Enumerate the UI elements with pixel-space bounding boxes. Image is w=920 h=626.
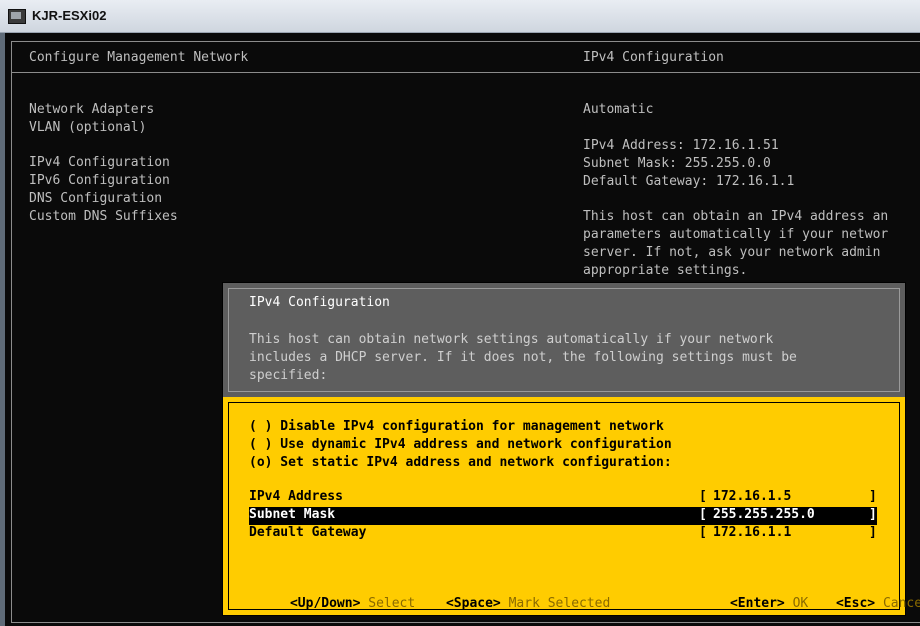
menu-item-custom-dns-suffixes[interactable]: Custom DNS Suffixes	[29, 208, 178, 226]
menu-item-ipv6-configuration[interactable]: IPv6 Configuration	[29, 172, 170, 190]
menu-item-vlan[interactable]: VLAN (optional)	[29, 119, 146, 137]
ipv4-mode: Automatic	[583, 102, 654, 117]
dialog-body: ( ) Disable IPv4 configuration for manag…	[223, 397, 920, 615]
space-key: <Space>	[445, 596, 501, 611]
field-label: IPv4 Address	[249, 489, 343, 504]
updown-key: <Up/Down>	[289, 596, 361, 611]
bracket-open: [	[699, 525, 707, 540]
right-panel-description-line: server. If not, ask your network admin	[583, 245, 881, 260]
menu-item-network-adapters[interactable]: Network Adapters	[29, 101, 154, 119]
radio-dynamic-ipv4[interactable]: ( ) Use dynamic IPv4 address and network…	[249, 437, 672, 452]
dialog-description-line: specified:	[249, 368, 328, 383]
footer-select-hint: <Up/Down> Select	[243, 581, 415, 626]
info-ipv4-address: IPv4 Address: 172.16.1.51	[583, 138, 779, 153]
ipv4-address-field[interactable]: IPv4 Address [ 172.16.1.5 ]	[249, 489, 877, 507]
bracket-open: [	[699, 489, 707, 504]
window-title: KJR-ESXi02	[32, 8, 107, 23]
menu-item-dns-configuration[interactable]: DNS Configuration	[29, 190, 162, 208]
right-panel-description-line: appropriate settings.	[583, 263, 748, 278]
ipv4-address-input[interactable]: 172.16.1.5	[713, 489, 791, 504]
esc-action: Cancel	[882, 596, 920, 611]
ipv4-configuration-dialog: IPv4 Configuration This host can obtain …	[222, 282, 920, 616]
info-subnet-mask: Subnet Mask: 255.255.0.0	[583, 156, 771, 171]
radio-disable-ipv4[interactable]: ( ) Disable IPv4 configuration for manag…	[249, 419, 664, 434]
cancel-button[interactable]: <Esc> Cancel	[789, 581, 920, 626]
dialog-header: IPv4 Configuration This host can obtain …	[223, 283, 905, 397]
radio-static-ipv4[interactable]: (o) Set static IPv4 address and network …	[249, 455, 672, 470]
bracket-close: ]	[869, 525, 877, 540]
header-divider	[11, 72, 920, 73]
dialog-description-line: This host can obtain network settings au…	[249, 332, 774, 347]
default-gateway-field[interactable]: Default Gateway [ 172.16.1.1 ]	[249, 525, 877, 543]
enter-key: <Enter>	[729, 596, 785, 611]
footer-mark-hint: <Space> Mark Selected	[399, 581, 610, 626]
left-panel-title: Configure Management Network	[29, 50, 249, 65]
field-label: Default Gateway	[249, 525, 367, 540]
bracket-open: [	[699, 507, 707, 522]
dialog-title: IPv4 Configuration	[249, 295, 390, 310]
window-titlebar: KJR-ESXi02	[0, 0, 920, 33]
space-action: Mark Selected	[508, 596, 611, 611]
bracket-close: ]	[869, 489, 877, 504]
bracket-close: ]	[869, 507, 877, 522]
field-label: Subnet Mask	[249, 507, 336, 522]
right-panel-description-line: parameters automatically if your networ	[583, 227, 889, 242]
default-gateway-input[interactable]: 172.16.1.1	[713, 525, 791, 540]
subnet-mask-input[interactable]: 255.255.255.0	[713, 507, 815, 522]
subnet-mask-field[interactable]: Subnet Mask [ 255.255.255.0 ]	[249, 507, 877, 525]
info-default-gateway: Default Gateway: 172.16.1.1	[583, 174, 795, 189]
dialog-description-line: includes a DHCP server. If it does not, …	[249, 350, 797, 365]
console-window-icon	[8, 9, 26, 24]
menu-item-ipv4-configuration[interactable]: IPv4 Configuration	[29, 154, 170, 172]
right-panel-description-line: This host can obtain an IPv4 address an	[583, 209, 889, 224]
right-panel-title: IPv4 Configuration	[583, 50, 724, 65]
esc-key: <Esc>	[835, 596, 876, 611]
